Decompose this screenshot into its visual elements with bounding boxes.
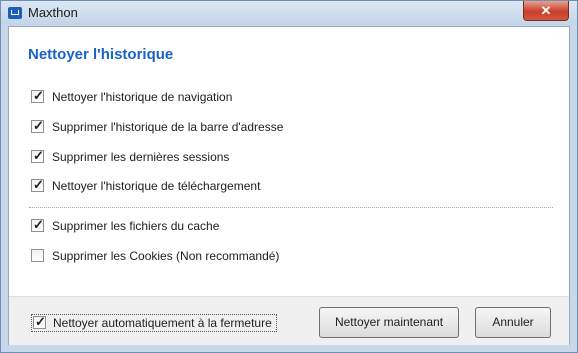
checkbox[interactable]: [31, 249, 44, 262]
checkbox[interactable]: ✓: [33, 314, 46, 329]
option-label: Supprimer les fichiers du cache: [52, 219, 220, 233]
option-label: Nettoyer l'historique de téléchargement: [52, 179, 261, 193]
checkbox[interactable]: ✓: [31, 177, 44, 192]
checkmark-icon: ✓: [33, 177, 44, 192]
option-label: Supprimer l'historique de la barre d'adr…: [52, 120, 284, 134]
checkmark-icon: ✓: [33, 88, 44, 103]
title-bar[interactable]: Maxthon ✕: [1, 1, 577, 25]
close-button[interactable]: ✕: [523, 1, 569, 21]
checkmark-icon: ✓: [33, 217, 44, 232]
option-label: Nettoyer l'historique de navigation: [52, 90, 233, 104]
window-title: Maxthon: [28, 5, 78, 20]
option-label: Supprimer les dernières sessions: [52, 150, 230, 164]
dialog-footer: ✓ Nettoyer automatiquement à la fermetur…: [9, 296, 569, 345]
separator: [29, 207, 553, 208]
checkbox[interactable]: ✓: [31, 148, 44, 163]
maxthon-logo-icon: [8, 7, 22, 19]
checkmark-icon: ✓: [35, 314, 46, 329]
checkbox[interactable]: ✓: [31, 118, 44, 133]
auto-clean-on-close[interactable]: ✓ Nettoyer automatiquement à la fermetur…: [31, 314, 277, 332]
clean-now-button[interactable]: Nettoyer maintenant: [319, 307, 459, 338]
option-label: Nettoyer automatiquement à la fermeture: [53, 316, 272, 330]
close-icon: ✕: [540, 3, 552, 18]
dialog-window: Maxthon ✕ Nettoyer l'historique ✓ Nettoy…: [0, 0, 578, 353]
checkbox[interactable]: ✓: [31, 217, 44, 232]
checkmark-icon: ✓: [33, 148, 44, 163]
checkmark-icon: ✓: [33, 118, 44, 133]
dialog-heading: Nettoyer l'historique: [28, 46, 174, 63]
checkbox[interactable]: ✓: [31, 88, 44, 103]
dialog-content: Nettoyer l'historique ✓ Nettoyer l'histo…: [8, 26, 570, 345]
cancel-button[interactable]: Annuler: [475, 307, 551, 338]
option-label: Supprimer les Cookies (Non recommandé): [52, 249, 280, 263]
